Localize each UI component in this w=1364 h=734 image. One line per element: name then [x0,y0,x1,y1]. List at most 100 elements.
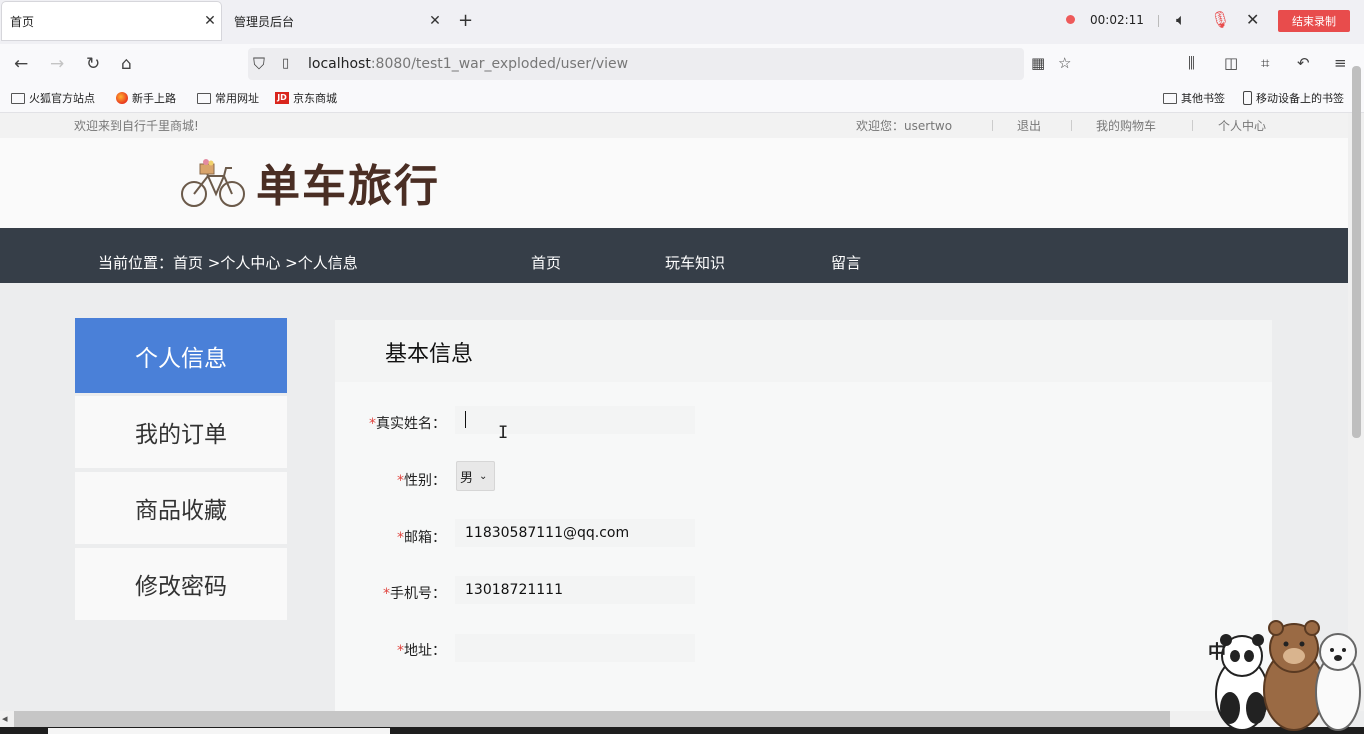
mic-muted-icon[interactable]: 🎙︎ [1210,10,1230,29]
tab-home[interactable]: 首页 ✕ [2,2,221,40]
sidebar-item-label: 修改密码 [135,574,227,600]
menu-icon[interactable]: ≡ [1334,54,1347,72]
bookmarks-bar: 火狐官方站点 新手上路 常用网址 JD 京东商城 其他书签 移动设备上的书签 [0,84,1364,113]
user-greeting: 欢迎您：usertwo [856,117,952,134]
bookmark-label: 京东商城 [293,92,337,105]
firefox-icon [116,92,128,104]
bookmark-item[interactable]: 火狐官方站点 [11,90,95,106]
vertical-scrollbar-thumb[interactable] [1352,66,1361,438]
tab-label: 管理员后台 [234,14,295,29]
required-mark: * [383,586,390,602]
real-name-label: *真实姓名： [369,413,446,433]
text-cursor-icon: I [498,423,509,443]
library-icon[interactable]: ⫼ [1188,54,1195,72]
stop-recording-button[interactable]: 结束录制 [1278,10,1350,32]
shield-icon[interactable]: ⛉ [253,54,265,74]
bookmark-item[interactable]: 移动设备上的书签 [1243,90,1344,106]
tab-label: 首页 [10,14,35,29]
label-text: 真实姓名： [376,416,446,432]
divider [1158,15,1159,27]
close-icon[interactable]: ✕ [199,13,221,29]
email-label: *邮箱： [397,527,446,547]
screenshot-icon[interactable]: ⌗ [1261,54,1269,72]
page-icon: ▯ [282,56,290,71]
bookmark-item[interactable]: 新手上路 [116,90,176,106]
nav-item-bike-knowledge[interactable]: 玩车知识 [665,252,725,273]
ime-indicator[interactable]: 中 [1208,638,1226,664]
label-text: 邮箱： [404,530,446,546]
sidebar-item-orders[interactable]: 我的订单 [75,396,287,468]
close-icon[interactable]: ✕ [424,13,446,29]
site-header: 单车旅行 [0,138,1348,228]
real-name-input[interactable] [455,406,695,434]
main-navigation: 当前位置：首页 >个人中心 >个人信息 首页 玩车知识 留言 [0,228,1348,283]
bookmark-item[interactable]: JD 京东商城 [275,90,337,106]
gender-label: *性别： [397,470,446,490]
sidebar-item-label: 商品收藏 [135,498,227,524]
email-field[interactable] [455,519,695,547]
forward-arrow-icon[interactable]: → [50,54,64,74]
speaker-icon[interactable]: 🔈︎ [1176,10,1186,30]
qr-code-icon[interactable]: ▦ [1031,54,1045,72]
taskbar-item[interactable] [48,728,390,734]
breadcrumb-path[interactable]: 首页 >个人中心 >个人信息 [173,254,358,272]
url-bar[interactable]: ⛉ ▯ localhost:8080/test1_war_exploded/us… [248,48,1024,80]
sidebar-icon[interactable]: ◫ [1224,54,1238,72]
bookmark-label: 新手上路 [132,92,176,105]
required-mark: * [397,530,404,546]
bookmark-item[interactable]: 常用网址 [197,90,259,106]
address-label: *地址： [397,640,446,660]
undo-icon[interactable]: ↶ [1297,54,1310,72]
tab-admin[interactable]: 管理员后台 ✕ [226,2,446,40]
bookmark-label: 移动设备上的书签 [1256,92,1344,105]
personal-center-link[interactable]: 个人中心 [1218,117,1266,134]
browser-tab-bar: 首页 ✕ 管理员后台 ✕ + 00:02:11 🔈︎ 🎙︎ ✕ 结束录制 [0,0,1364,44]
url-text[interactable]: localhost:8080/test1_war_exploded/user/v… [308,56,628,72]
bookmark-item[interactable]: 其他书签 [1163,90,1225,106]
label-text: 地址： [404,643,446,659]
sidebar-item-label: 个人信息 [135,345,227,372]
close-icon[interactable]: ✕ [1246,10,1259,29]
sidebar-item-favorites[interactable]: 商品收藏 [75,472,287,544]
sidebar-item-profile[interactable]: 个人信息 [75,318,287,393]
logout-link[interactable]: 退出 [1017,117,1041,134]
username: usertwo [904,119,953,133]
welcome-text: 欢迎来到自行千里商城! [74,119,199,133]
home-icon[interactable]: ⌂ [121,54,132,74]
bears-sticker-icon [1215,620,1361,731]
reload-icon[interactable]: ↻ [86,54,100,74]
gender-select[interactable]: 男 ⌄ [456,461,495,491]
cart-link[interactable]: 我的购物车 [1096,117,1156,134]
back-arrow-icon[interactable]: ← [14,54,28,74]
folder-icon [197,92,211,104]
new-tab-button[interactable]: + [458,10,473,31]
site-logo[interactable]: 单车旅行 [178,152,448,212]
horizontal-scrollbar-thumb[interactable] [14,711,1170,727]
divider [992,120,993,131]
phone-input[interactable] [455,576,695,604]
text-caret [465,411,466,428]
profile-form-panel: 基本信息 *真实姓名： *性别： 男 ⌄ *邮箱： *手机号： *地址： [335,320,1272,720]
chevron-down-icon: ⌄ [479,470,488,482]
folder-icon [11,92,25,104]
divider [1071,120,1072,131]
scroll-left-arrow-icon[interactable]: ◂ [2,712,8,725]
divider [1192,120,1193,131]
sidebar-item-change-password[interactable]: 修改密码 [75,548,287,620]
required-mark: * [397,643,404,659]
sidebar-item-label: 我的订单 [135,422,227,448]
bookmark-label: 火狐官方站点 [29,92,95,105]
nav-item-messages[interactable]: 留言 [831,252,861,273]
panel-header: 基本信息 [335,320,1272,382]
url-host: localhost [308,56,371,72]
required-mark: * [397,473,404,489]
label-text: 手机号： [390,586,446,602]
page-title: 基本信息 [385,342,474,367]
address-input[interactable] [455,634,695,662]
site-topbar: 欢迎来到自行千里商城! 欢迎您：usertwo 退出 我的购物车 个人中心 [0,113,1348,138]
nav-item-home[interactable]: 首页 [531,252,561,273]
label-text: 性别： [404,473,446,489]
star-icon[interactable]: ☆ [1058,54,1071,72]
record-timer: 00:02:11 [1090,13,1144,27]
bookmark-label: 其他书签 [1181,92,1225,105]
